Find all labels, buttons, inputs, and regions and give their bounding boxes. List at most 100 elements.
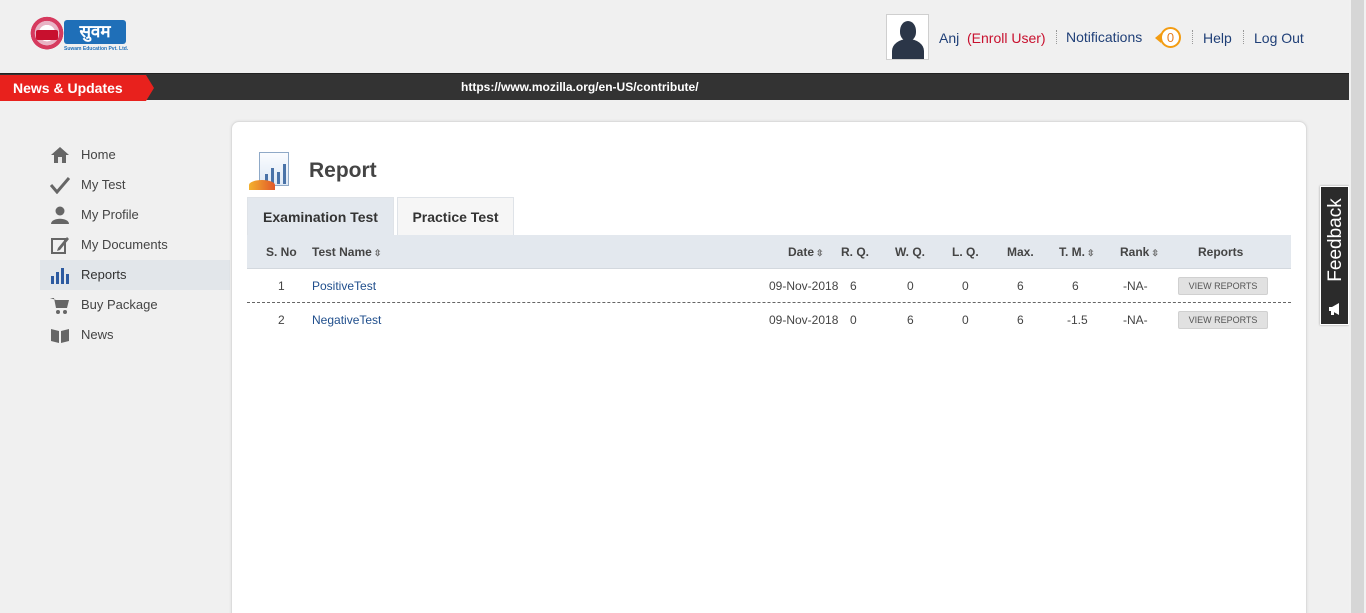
cell-date: 09-Nov-2018 [769, 313, 839, 327]
notifications-badge[interactable]: 0 [1155, 27, 1181, 49]
notifications-count: 0 [1160, 27, 1181, 48]
report-base-shape [249, 180, 275, 190]
table-row: 1 PositiveTest 09-Nov-2018 6 0 0 6 6 -NA… [247, 269, 1291, 303]
col-wq: W. Q. [895, 235, 925, 269]
view-reports-button[interactable]: VIEW REPORTS [1178, 277, 1268, 295]
sidebar-item-label: My Documents [81, 237, 168, 252]
sidebar-item-label: My Profile [81, 207, 139, 222]
avatar-body-icon [892, 39, 924, 59]
cell-tm: -1.5 [1067, 313, 1088, 327]
page-title: Report [309, 159, 377, 182]
cell-rq: 0 [850, 313, 857, 327]
cell-rank: -NA- [1123, 279, 1148, 293]
page-scrollbar[interactable] [1349, 0, 1366, 613]
cell-wq: 0 [907, 279, 914, 293]
home-icon [50, 146, 70, 164]
col-test-name[interactable]: Test Name ⇳ [312, 235, 381, 270]
sidebar-nav: Home My Test My Profile My Documents Rep… [40, 140, 230, 350]
help-link[interactable]: Help [1203, 29, 1232, 47]
sidebar-item-label: Reports [81, 267, 127, 282]
nav-separator [1192, 30, 1193, 44]
logo-seal-icon [30, 16, 64, 54]
user-role: (Enroll User) [967, 30, 1046, 46]
report-bar [277, 172, 280, 184]
nav-separator [1243, 30, 1244, 44]
col-rq-label: R. Q. [841, 245, 870, 259]
sidebar-item-label: Buy Package [81, 297, 158, 312]
logo-wordmark: सुवम [64, 20, 126, 44]
app-header: सुवम Suwam Education Pvt. Ltd. Anj (Enro… [0, 0, 1349, 73]
sort-icon: ⇳ [1151, 248, 1159, 258]
cell-sno: 2 [278, 313, 285, 327]
cell-wq: 6 [907, 313, 914, 327]
cell-max: 6 [1017, 313, 1024, 327]
sort-icon: ⇳ [816, 248, 824, 258]
report-panel: Report Examination Test Practice Test S.… [231, 121, 1307, 613]
cell-tm: 6 [1072, 279, 1079, 293]
feedback-tab[interactable]: Feedback [1320, 186, 1349, 325]
suwam-logo[interactable]: सुवम Suwam Education Pvt. Ltd. [28, 14, 128, 60]
col-lq-label: L. Q. [952, 245, 979, 259]
col-max: Max. [1007, 235, 1034, 269]
report-table: S. No Test Name ⇳ Date ⇳ R. Q. W. Q. L. Q.… [247, 235, 1291, 337]
view-reports-button[interactable]: VIEW REPORTS [1178, 311, 1268, 329]
feedback-label: Feedback [1325, 198, 1346, 282]
col-lq: L. Q. [952, 235, 979, 269]
cell-max: 6 [1017, 279, 1024, 293]
cart-icon [50, 296, 70, 314]
col-sno: S. No [266, 235, 297, 269]
logout-link[interactable]: Log Out [1254, 29, 1304, 47]
sidebar-item-my-documents[interactable]: My Documents [40, 230, 230, 260]
col-test-name-label: Test Name [312, 245, 372, 259]
cell-lq: 0 [962, 279, 969, 293]
user-name[interactable]: Anj [939, 29, 959, 47]
tab-examination-test[interactable]: Examination Test [247, 197, 394, 235]
logo-subtitle: Suwam Education Pvt. Ltd. [64, 46, 128, 52]
sidebar-item-home[interactable]: Home [40, 140, 230, 170]
col-max-label: Max. [1007, 245, 1034, 259]
col-tm[interactable]: T. M. ⇳ [1059, 235, 1095, 270]
col-rq: R. Q. [841, 235, 869, 269]
scrollbar-thumb[interactable] [1351, 0, 1364, 613]
sidebar-item-my-profile[interactable]: My Profile [40, 200, 230, 230]
sidebar-item-label: Home [81, 147, 116, 162]
sort-icon: ⇳ [1087, 248, 1095, 258]
cell-rank: -NA- [1123, 313, 1148, 327]
sidebar-item-reports[interactable]: Reports [40, 260, 230, 290]
user-avatar[interactable] [886, 14, 929, 60]
sort-icon: ⇳ [373, 248, 382, 258]
test-name-link[interactable]: NegativeTest [312, 303, 381, 337]
report-icon [249, 152, 293, 190]
book-icon [50, 326, 70, 344]
sidebar-item-my-test[interactable]: My Test [40, 170, 230, 200]
bar-chart-icon [50, 266, 70, 284]
sidebar-item-news[interactable]: News [40, 320, 230, 350]
col-rank[interactable]: Rank ⇳ [1120, 235, 1159, 270]
cell-lq: 0 [962, 313, 969, 327]
megaphone-icon [1327, 301, 1343, 317]
col-tm-label: T. M. [1059, 245, 1085, 259]
test-name-link[interactable]: PositiveTest [312, 269, 376, 303]
col-date[interactable]: Date ⇳ [788, 235, 824, 270]
news-updates-label: News & Updates [0, 75, 154, 101]
check-icon [49, 176, 71, 195]
sidebar-item-buy-package[interactable]: Buy Package [40, 290, 230, 320]
sidebar-item-label: News [81, 327, 114, 342]
col-wq-label: W. Q. [895, 245, 925, 259]
user-icon [50, 206, 70, 224]
sidebar-item-label: My Test [81, 177, 126, 192]
news-ticker-bar: News & Updates https://www.mozilla.org/e… [0, 73, 1349, 101]
col-rank-label: Rank [1120, 245, 1150, 259]
table-header: S. No Test Name ⇳ Date ⇳ R. Q. W. Q. L. Q.… [247, 235, 1291, 269]
col-reports-label: Reports [1198, 245, 1244, 259]
nav-separator [1056, 30, 1057, 44]
notifications-link[interactable]: Notifications [1066, 28, 1142, 46]
cell-date: 09-Nov-2018 [769, 279, 839, 293]
cell-sno: 1 [278, 279, 285, 293]
news-ticker-text[interactable]: https://www.mozilla.org/en-US/contribute… [461, 78, 699, 96]
col-sno-label: S. No [266, 245, 297, 259]
avatar-head-icon [900, 21, 916, 41]
tab-practice-test[interactable]: Practice Test [397, 197, 514, 235]
report-bar [283, 164, 286, 184]
edit-document-icon [50, 236, 70, 254]
